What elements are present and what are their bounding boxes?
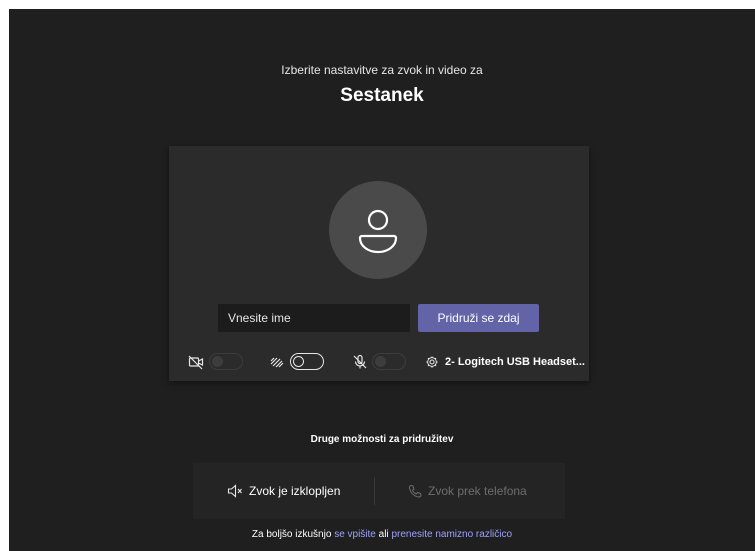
audio-off-label: Zvok je izklopljen: [249, 484, 341, 498]
phone-audio-option[interactable]: Zvok prek telefona: [408, 463, 527, 519]
footer-middle: ali: [375, 529, 392, 540]
avatar: [329, 181, 427, 279]
download-desktop-link[interactable]: prenesite namizno različico: [391, 529, 512, 540]
join-options-panel: Zvok je izklopljen Zvok prek telefona: [193, 463, 565, 519]
phone-icon: [408, 484, 422, 498]
toggle-knob: [375, 356, 386, 367]
gear-icon: [426, 356, 438, 368]
toggle-knob: [293, 356, 304, 367]
name-input[interactable]: [218, 304, 410, 332]
footer-text: Za boljšo izkušnjo se vpišite ali prenes…: [9, 529, 755, 540]
signin-link[interactable]: se vpišite: [334, 529, 376, 540]
av-controls: 2- Logitech USB Headset...: [169, 351, 589, 373]
device-label: 2- Logitech USB Headset...: [445, 356, 585, 368]
phone-audio-label: Zvok prek telefona: [428, 484, 527, 498]
audio-off-option[interactable]: Zvok je izklopljen: [227, 463, 340, 519]
join-now-button[interactable]: Pridruži se zdaj: [418, 304, 539, 332]
prejoin-subtitle: Izberite nastavitve za zvok in video za: [281, 63, 483, 77]
mic-off-icon: [353, 354, 367, 369]
person-icon: [358, 209, 398, 254]
preview-card: Pridruži se zdaj: [169, 146, 589, 381]
other-options-heading: Druge možnosti za pridružitev: [310, 434, 454, 445]
toggle-knob: [212, 356, 223, 367]
background-blur-toggle[interactable]: [290, 353, 324, 370]
speaker-off-icon: [227, 484, 242, 498]
meeting-title: Sestanek: [340, 85, 424, 106]
options-divider: [374, 477, 375, 505]
footer-prefix: Za boljšo izkušnjo: [251, 529, 335, 540]
camera-off-icon: [188, 355, 204, 370]
mic-toggle[interactable]: [372, 353, 406, 370]
device-settings-button[interactable]: 2- Logitech USB Headset...: [425, 355, 585, 369]
background-blur-icon: [270, 357, 284, 368]
prejoin-screen: Izberite nastavitve za zvok in video za …: [9, 9, 755, 551]
camera-toggle[interactable]: [209, 353, 243, 370]
